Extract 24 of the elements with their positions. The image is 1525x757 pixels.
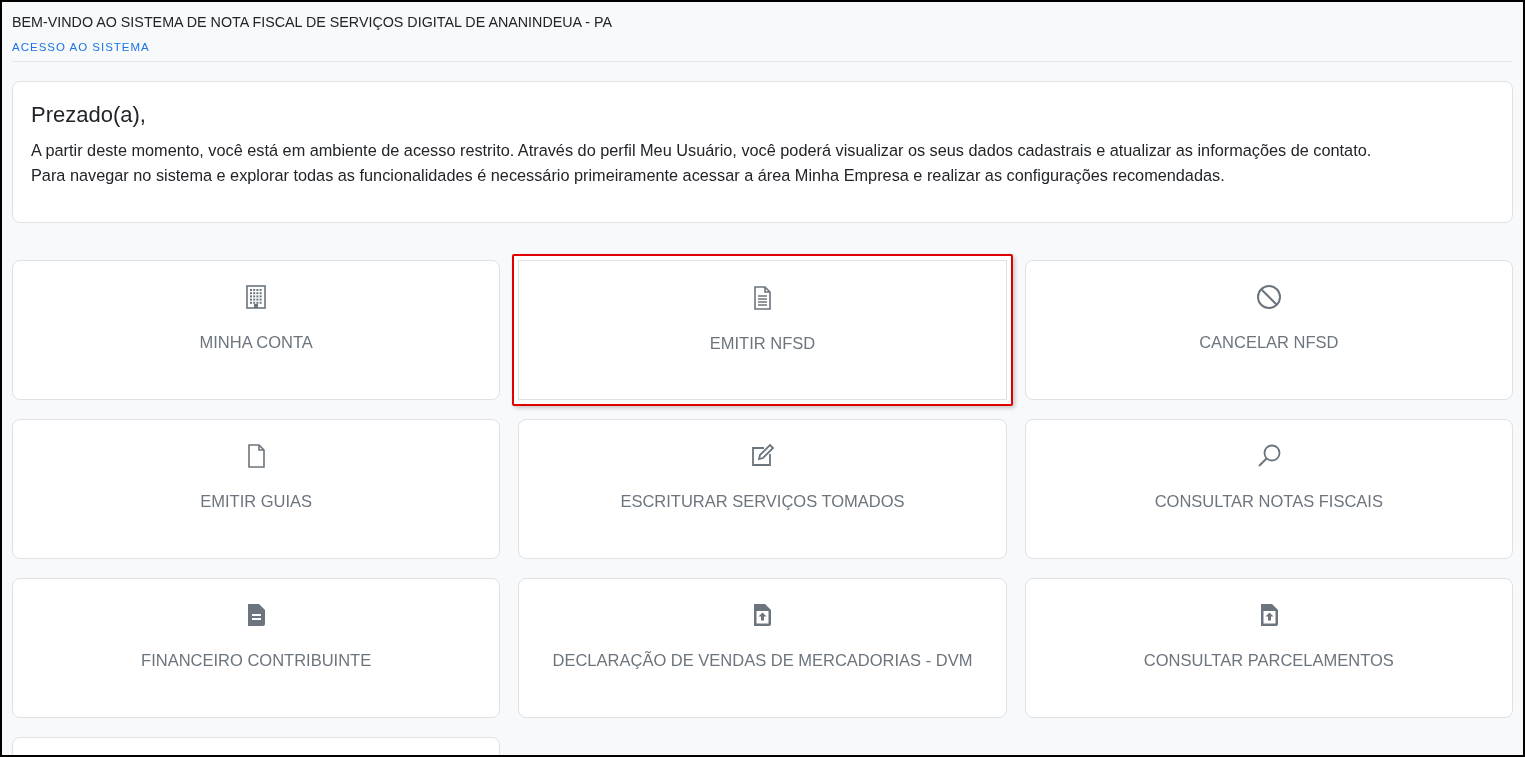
menu-card[interactable]: EMITIR NFSD <box>512 254 1013 406</box>
menu-card[interactable]: MINHA CONTA <box>12 260 501 400</box>
menu-card[interactable]: DECLARAÇÃO DE VENDAS DE MERCADORIAS - DVM <box>518 578 1007 718</box>
menu-card[interactable]: CONSULTAR NOTAS FISCAIS <box>1024 419 1513 559</box>
menu-card[interactable]: EMITIR GUIAS <box>12 419 501 559</box>
breadcrumb-link[interactable]: ACESSO AO SISTEMA <box>12 41 150 53</box>
menu-card[interactable]: ESCRITURAR SERVIÇOS TOMADOS <box>518 419 1007 559</box>
menu-card-label: EMITIR GUIAS <box>200 492 313 511</box>
greeting-text: Prezado(a), <box>31 102 147 128</box>
menu-card-label: CANCELAR NFSD <box>1199 333 1339 352</box>
notice-paragraph: Para navegar no sistema e explorar todas as funcionalidades é necessário primeiramente acessar a área Minha Empresa e realizar as configurações recomendadas. <box>31 165 1226 186</box>
menu-card[interactable]: FINANCEIRO CONTRIBUINTE <box>12 578 501 718</box>
menu-card[interactable]: CONSULTAR PARCELAMENTOS <box>1024 578 1513 718</box>
notice-paragraph: A partir deste momento, você está em ambiente de acesso restrito. Através do perfil Meu Usuário, você poderá visualizar os seus dados cadastrais e atualizar as informações de contato. <box>31 140 1373 161</box>
menu-card-label: CONSULTAR PARCELAMENTOS <box>1143 651 1394 670</box>
menu-card-label: EMITIR NFSD <box>709 334 816 353</box>
menu-card[interactable]: CANCELAR NFSD <box>1024 260 1513 400</box>
menu-card-label: MINHA CONTA <box>199 333 313 352</box>
page-title: BEM-VINDO AO SISTEMA DE NOTA FISCAL DE SERVIÇOS DIGITAL DE ANANINDEUA - PA <box>12 14 614 30</box>
ban-icon <box>1254 283 1283 311</box>
menu-card-label: DECLARAÇÃO DE VENDAS DE MERCADORIAS - DVM <box>552 651 973 670</box>
menu-card-label: CONSULTAR NOTAS FISCAIS <box>1154 492 1383 511</box>
menu-card-label: FINANCEIRO CONTRIBUINTE <box>141 651 372 670</box>
menu-card-label: ESCRITURAR SERVIÇOS TOMADOS <box>620 492 905 511</box>
